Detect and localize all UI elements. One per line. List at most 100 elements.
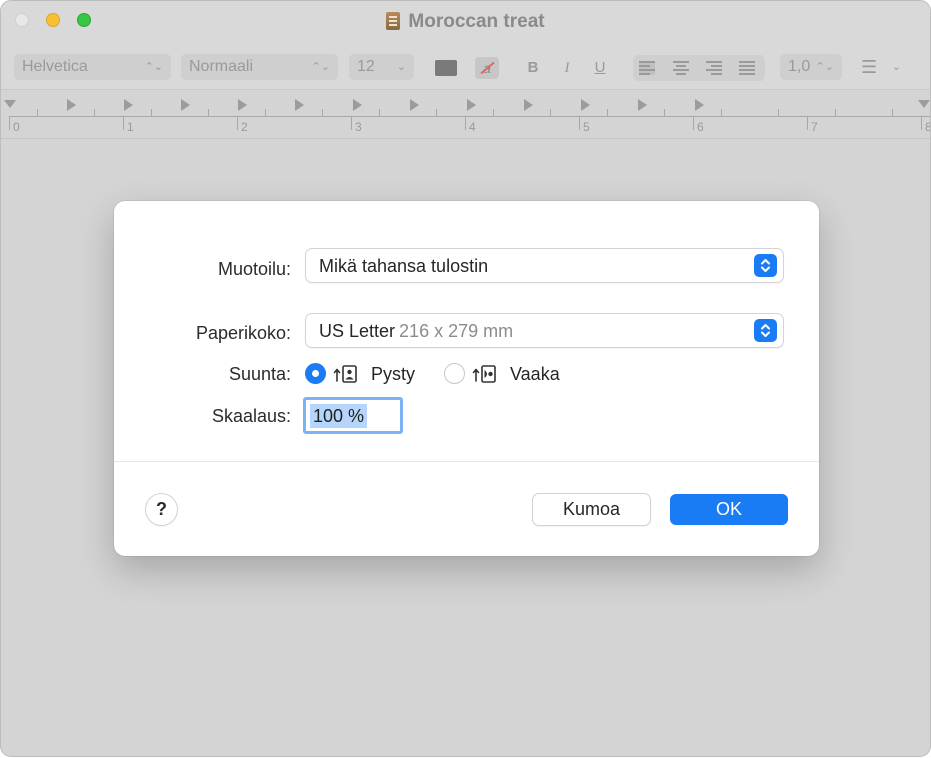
ruler: 0 1 2 3 4 5 6 7 8 [1, 89, 930, 139]
underline-button[interactable]: U [589, 57, 611, 79]
tab-stop[interactable] [638, 99, 647, 111]
ruler-number: 0 [13, 120, 20, 134]
updown-chevron-icon: ⌃⌄ [144, 61, 163, 73]
left-indent-marker[interactable] [4, 100, 16, 108]
title-bar: Moroccan treat [1, 1, 930, 47]
list-bullets-icon: ☰ [861, 57, 878, 77]
landscape-orientation-icon [472, 365, 496, 383]
align-right-button[interactable] [706, 61, 722, 75]
highlight-color-button[interactable]: a [475, 57, 499, 79]
ruler-minor-tick [892, 109, 893, 116]
tab-stop[interactable] [353, 99, 362, 111]
ruler-tick [693, 116, 694, 130]
alignment-segmented-control [633, 55, 765, 81]
font-size-combo[interactable]: 12 ⌄ [349, 54, 414, 80]
landscape-label[interactable]: Vaaka [510, 364, 560, 385]
ruler-minor-tick [493, 109, 494, 116]
format-toolbar: Helvetica ⌃⌄ Normaali ⌃⌄ 12 ⌄ a B I U 1,… [1, 47, 930, 89]
portrait-radio[interactable] [305, 363, 326, 384]
ruler-baseline [9, 116, 930, 117]
chevron-down-icon: ⌄ [891, 61, 901, 73]
orientation-label: Suunta: [228, 364, 291, 384]
ruler-number: 6 [697, 120, 704, 134]
ruler-number: 4 [469, 120, 476, 134]
tab-stop[interactable] [67, 99, 76, 111]
ruler-minor-tick [265, 109, 266, 116]
ruler-minor-tick [94, 109, 95, 116]
tab-stop[interactable] [295, 99, 304, 111]
scale-value: 100 % [310, 404, 368, 428]
ruler-tick [9, 116, 10, 130]
ruler-minor-tick [37, 109, 38, 116]
dialog-divider [114, 461, 819, 462]
list-style-popup[interactable]: ☰ ⌄ [855, 54, 911, 80]
format-for-label: Muotoilu: [217, 259, 291, 279]
ok-button[interactable]: OK [670, 494, 788, 525]
ruler-minor-tick [436, 109, 437, 116]
landscape-radio[interactable] [444, 363, 465, 384]
ruler-tick [807, 116, 808, 130]
justify-button[interactable] [739, 61, 755, 75]
scale-input[interactable]: 100 % [303, 397, 403, 434]
ruler-minor-tick [721, 109, 722, 116]
tab-stop[interactable] [467, 99, 476, 111]
portrait-label[interactable]: Pysty [371, 364, 415, 385]
font-size-value: 12 [357, 58, 375, 75]
ruler-tick [921, 116, 922, 130]
ruler-minor-tick [550, 109, 551, 116]
ruler-minor-tick [778, 109, 779, 116]
updown-chevron-icon [754, 254, 777, 277]
ruler-minor-tick [835, 109, 836, 116]
line-spacing-value: 1,0 [788, 58, 811, 75]
ruler-number: 1 [127, 120, 134, 134]
ruler-minor-tick [322, 109, 323, 116]
updown-chevron-icon: ⌃⌄ [815, 61, 834, 73]
ruler-minor-tick [151, 109, 152, 116]
ruler-number: 5 [583, 120, 590, 134]
bold-button[interactable]: B [522, 57, 544, 79]
paper-size-dimensions: 216 x 279 mm [399, 321, 514, 341]
paper-size-value: US Letter 216 x 279 mm [319, 321, 513, 342]
tab-stop[interactable] [181, 99, 190, 111]
tab-stop[interactable] [581, 99, 590, 111]
paper-size-name: US Letter [319, 321, 396, 341]
ruler-minor-tick [379, 109, 380, 116]
format-for-popup[interactable]: Mikä tahansa tulostin [306, 249, 783, 282]
tab-stop[interactable] [524, 99, 533, 111]
ruler-tick [123, 116, 124, 130]
updown-chevron-icon [754, 319, 777, 342]
portrait-orientation-icon [333, 365, 357, 383]
text-color-well[interactable] [435, 60, 457, 76]
format-for-value: Mikä tahansa tulostin [319, 256, 489, 276]
font-family-popup[interactable]: Helvetica ⌃⌄ [14, 54, 171, 80]
ruler-tick [579, 116, 580, 130]
scale-label: Skaalaus: [211, 406, 291, 426]
cancel-button[interactable]: Kumoa [533, 494, 650, 525]
tab-stop[interactable] [124, 99, 133, 111]
page-setup-sheet: Muotoilu: Mikä tahansa tulostin Paperiko… [114, 201, 819, 556]
ruler-tick [237, 116, 238, 130]
align-left-button[interactable] [639, 61, 655, 75]
ruler-minor-tick [208, 109, 209, 116]
ruler-number: 8 [925, 120, 930, 134]
ruler-number: 2 [241, 120, 248, 134]
italic-button[interactable]: I [556, 57, 578, 79]
help-button[interactable]: ? [146, 494, 177, 525]
ruler-minor-tick [607, 109, 608, 116]
right-indent-marker[interactable] [918, 100, 930, 108]
ruler-tick [465, 116, 466, 130]
updown-chevron-icon: ⌃⌄ [311, 61, 330, 73]
tab-stop[interactable] [410, 99, 419, 111]
title-area: Moroccan treat [1, 11, 930, 33]
font-style-value: Normaali [189, 58, 254, 75]
align-center-button[interactable] [673, 61, 689, 75]
font-family-value: Helvetica [22, 58, 88, 75]
app-window: Moroccan treat Helvetica ⌃⌄ Normaali ⌃⌄ … [0, 0, 931, 757]
paper-size-popup[interactable]: US Letter 216 x 279 mm [306, 314, 783, 347]
font-style-popup[interactable]: Normaali ⌃⌄ [181, 54, 338, 80]
ruler-minor-tick [664, 109, 665, 116]
tab-stop[interactable] [695, 99, 704, 111]
tab-stop[interactable] [238, 99, 247, 111]
line-spacing-popup[interactable]: 1,0 ⌃⌄ [780, 54, 842, 80]
ruler-number: 3 [355, 120, 362, 134]
